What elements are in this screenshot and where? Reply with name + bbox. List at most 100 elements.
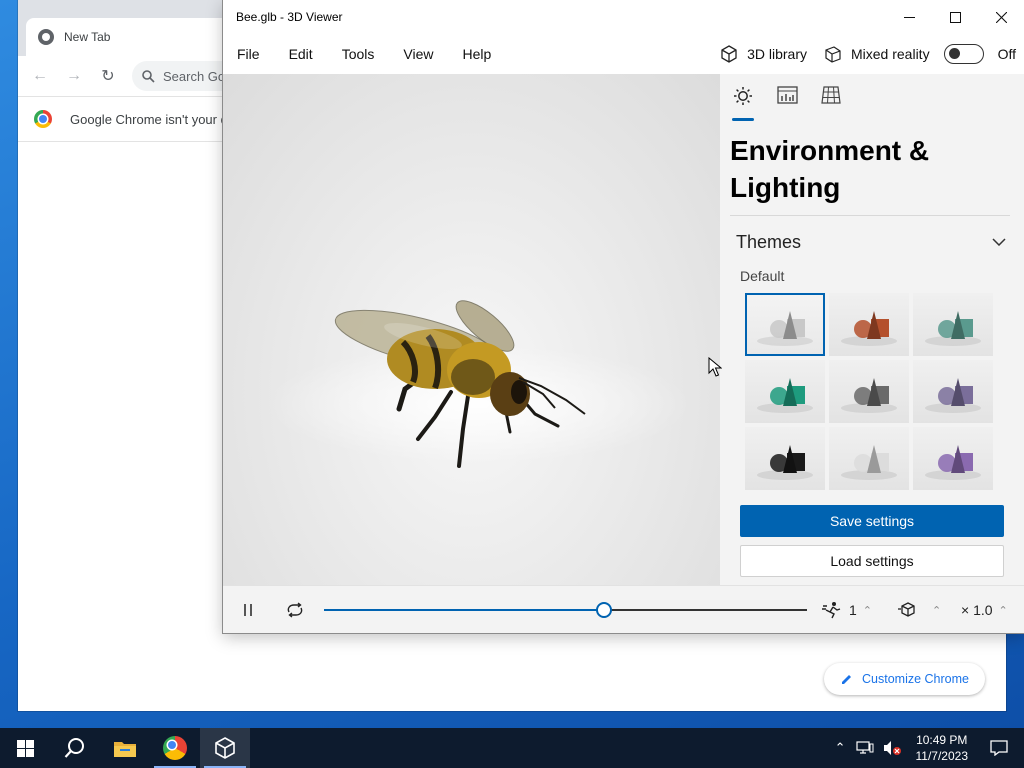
taskbar: ⌃ 10:49 PM 11/7/2023 (0, 728, 1024, 768)
start-button[interactable] (0, 728, 50, 768)
pause-button[interactable] (237, 599, 259, 621)
chrome-tab-favicon-icon (38, 29, 54, 45)
timeline-progress (324, 609, 605, 611)
chevron-up-icon[interactable]: ⌃ (932, 604, 941, 617)
close-button[interactable] (978, 0, 1024, 34)
taskbar-search-button[interactable] (50, 728, 100, 768)
animation-timeline[interactable] (324, 602, 807, 618)
chrome-logo-icon (163, 736, 187, 760)
chart-icon (776, 86, 798, 104)
loop-icon (287, 602, 303, 618)
taskbar-chrome[interactable] (150, 728, 200, 768)
playback-multiplier-control[interactable]: × 1.0 ⌃ (961, 586, 1008, 634)
theme-thumbnail[interactable] (829, 427, 909, 490)
chrome-tab-new-tab[interactable]: New Tab (26, 18, 256, 56)
loop-button[interactable] (284, 599, 306, 621)
mixed-reality-toggle[interactable] (943, 44, 984, 64)
run-speed-icon (822, 602, 841, 619)
timeline-thumb[interactable] (596, 602, 613, 618)
theme-thumbnail[interactable] (829, 360, 909, 423)
network-icon[interactable] (855, 741, 874, 755)
panel-title: Environment & Lighting (730, 135, 930, 203)
clock-time: 10:49 PM (916, 733, 968, 747)
load-settings-button[interactable]: Load settings (740, 545, 1004, 577)
menu-bar: File Edit Tools View Help 3D library Mix… (223, 34, 1024, 74)
forward-arrow-icon[interactable]: → (64, 67, 84, 85)
chevron-down-icon (992, 238, 1006, 246)
cube-icon (719, 44, 739, 64)
panel-tabs (732, 86, 842, 121)
3d-viewer-window: Bee.glb - 3D Viewer File Edit Tools View… (223, 0, 1024, 633)
windows-logo-icon (16, 739, 34, 757)
chrome-logo-icon (34, 110, 52, 128)
3d-library-button[interactable]: 3D library (747, 46, 807, 62)
model-icon (898, 602, 915, 617)
menu-view[interactable]: View (393, 46, 443, 62)
menu-file[interactable]: File (227, 46, 270, 62)
infobar-message: Google Chrome isn't your d (70, 111, 228, 127)
pencil-icon (842, 675, 851, 684)
save-settings-button[interactable]: Save settings (740, 505, 1004, 537)
search-icon (64, 738, 84, 758)
notification-icon[interactable] (990, 740, 1008, 756)
reload-icon[interactable]: ↻ (98, 66, 118, 86)
menu: File Edit Tools View Help (227, 46, 510, 62)
environment-lighting-panel: Environment & Lighting Themes Default Sa… (720, 74, 1024, 585)
theme-thumbnail[interactable] (745, 360, 825, 423)
animation-bar: 1 ⌃ ⌃ × 1.0 ⌃ (223, 585, 1024, 633)
menu-help[interactable]: Help (452, 46, 501, 62)
folder-icon (114, 741, 136, 757)
3d-viewport[interactable] (223, 74, 720, 585)
back-arrow-icon[interactable]: ← (30, 67, 50, 85)
chevron-up-icon[interactable]: ⌃ (863, 604, 872, 617)
themes-header[interactable]: Themes (736, 230, 1006, 254)
pause-icon (244, 604, 252, 616)
theme-grid (745, 293, 993, 490)
panel-divider (730, 215, 1010, 216)
mixed-reality-state: Off (997, 46, 1016, 62)
theme-thumbnail[interactable] (913, 360, 993, 423)
search-icon (142, 69, 155, 83)
title-bar[interactable]: Bee.glb - 3D Viewer (223, 0, 1024, 34)
cube-icon (215, 737, 235, 759)
maximize-button[interactable] (932, 0, 978, 34)
theme-thumbnail[interactable] (913, 427, 993, 490)
minimize-button[interactable] (886, 0, 932, 34)
sun-icon (734, 87, 752, 105)
close-icon (995, 11, 1007, 23)
tab-stats-shading[interactable] (776, 86, 798, 110)
chevron-up-icon[interactable]: ⌃ (999, 604, 1008, 617)
tab-environment-lighting[interactable] (732, 86, 754, 121)
show-hidden-icons-chevron-up-icon[interactable]: ⌃ (835, 740, 846, 756)
speed-value: 1 (849, 602, 857, 618)
theme-thumbnail[interactable] (745, 427, 825, 490)
system-clock[interactable]: 10:49 PM 11/7/2023 (916, 732, 969, 764)
volume-muted-icon[interactable] (882, 740, 902, 756)
window-controls (886, 0, 1024, 34)
taskbar-file-explorer[interactable] (100, 728, 150, 768)
default-label: Default (740, 268, 785, 284)
tab-grid[interactable] (820, 86, 842, 110)
animation-speed-control[interactable]: 1 ⌃ (821, 586, 872, 634)
menu-edit[interactable]: Edit (279, 46, 323, 62)
clock-date: 11/7/2023 (915, 749, 969, 763)
model-scale-control[interactable]: ⌃ (898, 586, 941, 634)
mouse-cursor-icon (708, 357, 722, 377)
theme-thumbnail[interactable] (745, 293, 825, 356)
window-title: Bee.glb - 3D Viewer (236, 10, 343, 24)
taskbar-3d-viewer[interactable] (200, 728, 250, 768)
chrome-tab-label: New Tab (64, 30, 111, 44)
themes-label: Themes (736, 231, 802, 252)
mixed-reality-icon (823, 44, 843, 64)
grid-icon (821, 86, 841, 104)
omnibox-placeholder: Search Go (163, 68, 226, 84)
theme-thumbnail[interactable] (829, 293, 909, 356)
menu-tools[interactable]: Tools (332, 46, 385, 62)
customize-chrome-label: Customize Chrome (862, 672, 969, 686)
mixed-reality-label: Mixed reality (850, 46, 930, 62)
system-tray: ⌃ 10:49 PM 11/7/2023 (835, 728, 1024, 768)
multiplier-value: × 1.0 (961, 602, 993, 618)
bee-model[interactable] (223, 74, 720, 585)
customize-chrome-button[interactable]: Customize Chrome (824, 663, 985, 695)
theme-thumbnail[interactable] (913, 293, 993, 356)
